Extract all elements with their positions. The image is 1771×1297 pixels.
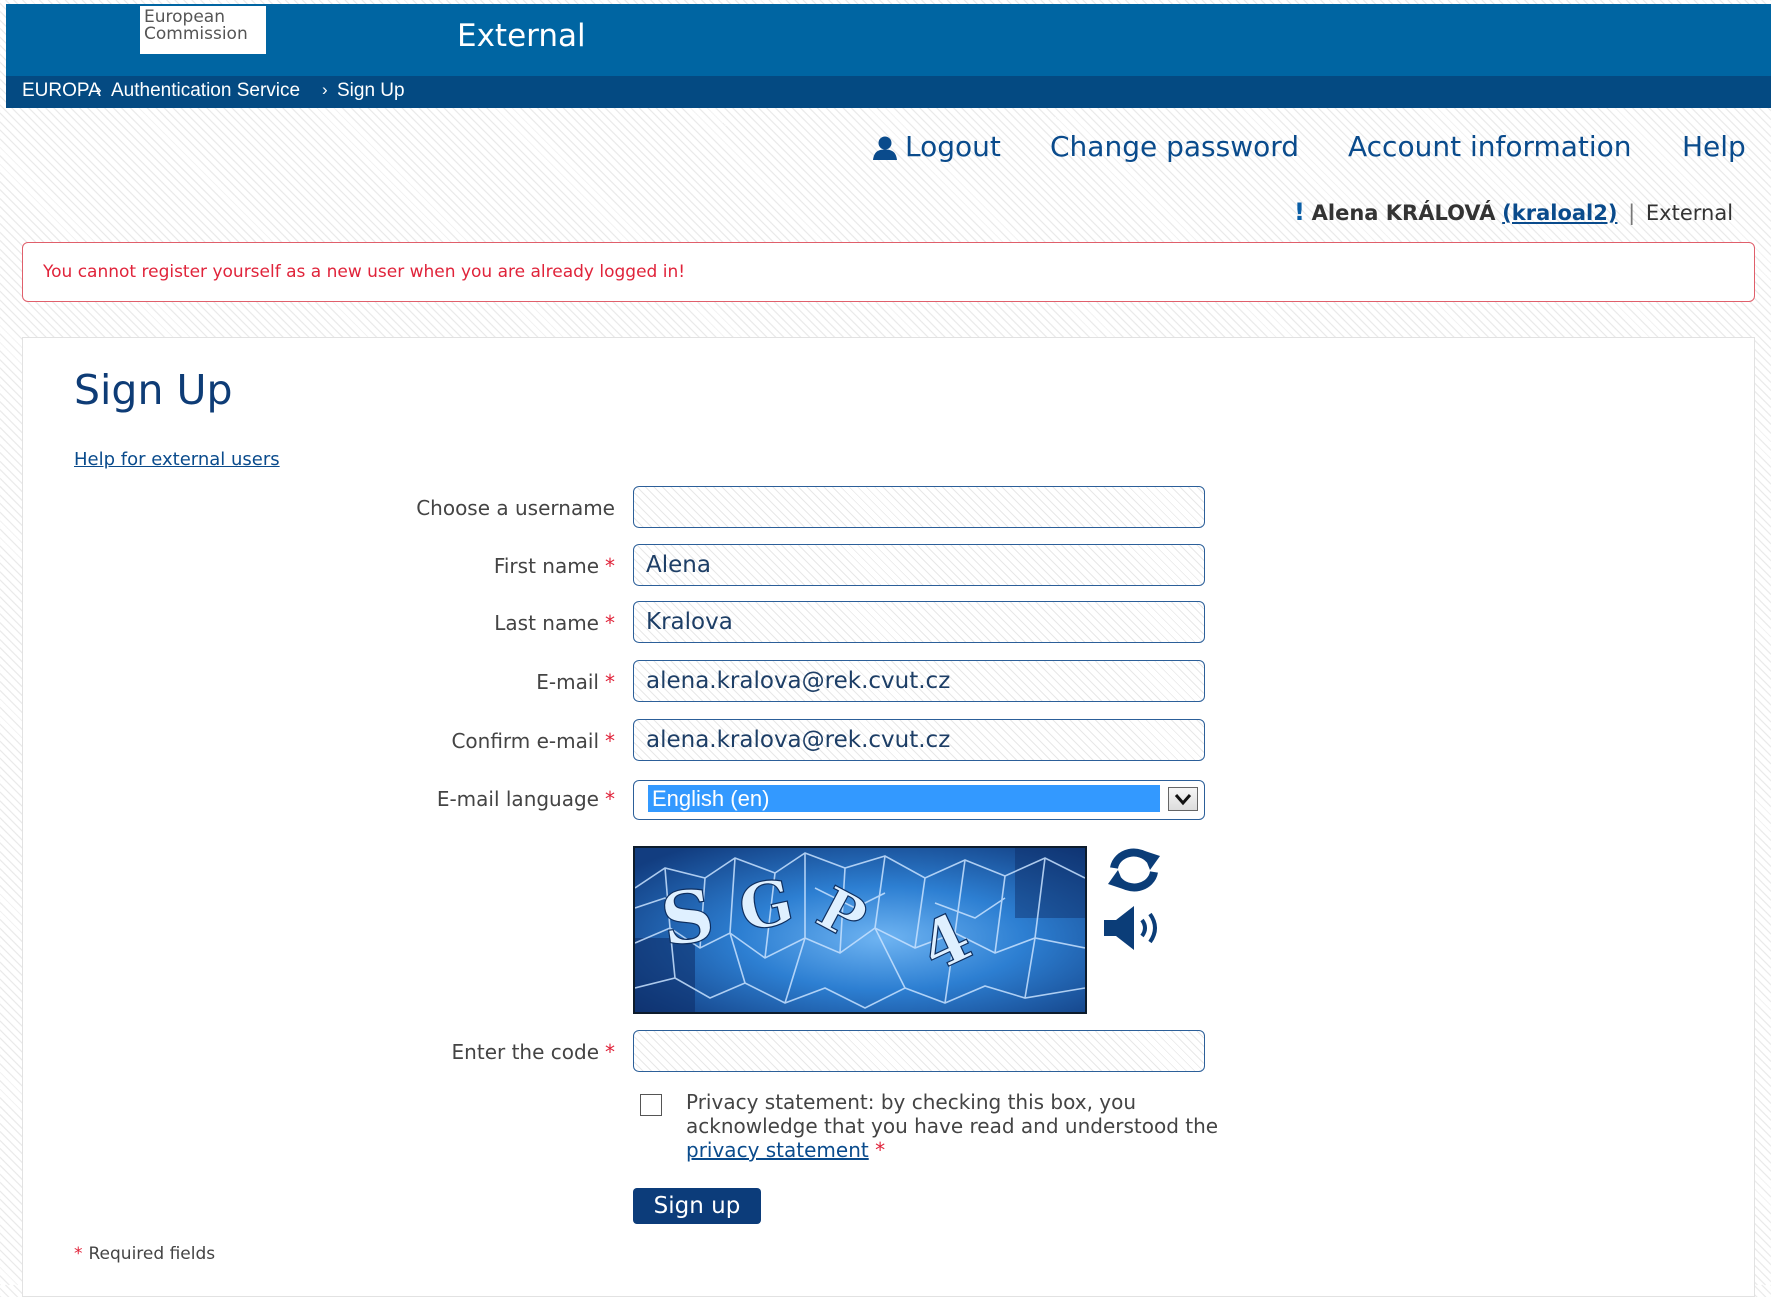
chevron-right-icon: › xyxy=(322,80,328,99)
confirm-email-label-text: Confirm e-mail xyxy=(451,729,599,753)
language-label: E-mail language * xyxy=(437,787,615,811)
email-label-text: E-mail xyxy=(536,670,599,694)
required-mark: * xyxy=(74,1244,83,1264)
captcha-code-input[interactable] xyxy=(633,1030,1205,1072)
sign-up-button[interactable]: Sign up xyxy=(633,1188,761,1224)
exclamation-icon: ! xyxy=(1294,198,1305,226)
breadcrumb-authentication-service[interactable]: Authentication Service xyxy=(111,80,300,102)
user-info: ! Alena KRÁLOVÁ (kraloal2) | External xyxy=(1294,198,1733,226)
required-mark: * xyxy=(605,787,615,811)
speaker-icon[interactable] xyxy=(1102,904,1172,952)
breadcrumb: EUROPA › Authentication Service › Sign U… xyxy=(6,76,1771,108)
help-link-top[interactable]: Help xyxy=(1682,130,1746,163)
refresh-icon[interactable] xyxy=(1102,844,1166,896)
username-label: Choose a username xyxy=(416,496,615,520)
help-for-external-users-link[interactable]: Help for external users xyxy=(74,449,280,470)
code-label: Enter the code * xyxy=(452,1040,615,1064)
site-title: External xyxy=(457,18,586,54)
european-commission-logo[interactable]: European Commission xyxy=(140,6,266,54)
email-language-select[interactable]: English (en) xyxy=(633,780,1205,820)
required-mark: * xyxy=(605,729,615,753)
email-input[interactable] xyxy=(633,660,1205,702)
error-message: You cannot register yourself as a new us… xyxy=(43,262,686,282)
firstname-label-text: First name xyxy=(493,554,599,578)
breadcrumb-europa[interactable]: EUROPA xyxy=(22,80,101,102)
lastname-label-text: Last name xyxy=(494,611,599,635)
page-title: Sign Up xyxy=(74,366,233,414)
error-message-box: You cannot register yourself as a new us… xyxy=(22,242,1755,302)
username-label-text: Choose a username xyxy=(416,496,615,520)
code-label-text: Enter the code xyxy=(451,1040,599,1064)
logout-link[interactable]: Logout xyxy=(905,130,1001,163)
required-mark: * xyxy=(605,554,615,578)
privacy-statement-text: Privacy statement: by checking this box,… xyxy=(686,1090,1226,1162)
firstname-label: First name * xyxy=(494,554,615,578)
language-label-text: E-mail language xyxy=(436,787,599,811)
privacy-statement-link[interactable]: privacy statement xyxy=(686,1138,869,1162)
chevron-down-icon[interactable] xyxy=(1168,787,1198,811)
lastname-label: Last name * xyxy=(494,611,615,635)
confirm-email-input[interactable] xyxy=(633,719,1205,761)
user-login-link[interactable]: (kraloal2) xyxy=(1502,201,1617,225)
required-mark: * xyxy=(605,670,615,694)
privacy-checkbox[interactable] xyxy=(640,1094,662,1116)
required-mark: * xyxy=(605,1040,615,1064)
chevron-right-icon: › xyxy=(96,80,102,99)
user-separator: | xyxy=(1628,201,1636,225)
required-fields-note: * Required fields xyxy=(74,1244,215,1264)
email-label: E-mail * xyxy=(536,670,615,694)
logo-line-2: Commission xyxy=(144,24,248,44)
confirm-email-label: Confirm e-mail * xyxy=(451,729,615,753)
required-fields-text: Required fields xyxy=(88,1244,216,1264)
language-selected-value: English (en) xyxy=(648,785,1160,812)
required-mark: * xyxy=(605,611,615,635)
top-banner: European Commission External xyxy=(6,4,1771,76)
user-domain: External xyxy=(1645,201,1734,225)
captcha-image: S G P 4 xyxy=(633,846,1087,1014)
user-icon[interactable] xyxy=(871,134,899,162)
breadcrumb-sign-up: Sign Up xyxy=(337,80,405,101)
username-input[interactable] xyxy=(633,486,1205,528)
privacy-text: Privacy statement: by checking this box,… xyxy=(686,1090,1219,1138)
required-mark: * xyxy=(875,1138,886,1162)
account-information-link[interactable]: Account information xyxy=(1348,130,1632,163)
lastname-input[interactable] xyxy=(633,601,1205,643)
change-password-link[interactable]: Change password xyxy=(1050,130,1299,163)
user-name: Alena KRÁLOVÁ xyxy=(1311,201,1496,225)
firstname-input[interactable] xyxy=(633,544,1205,586)
